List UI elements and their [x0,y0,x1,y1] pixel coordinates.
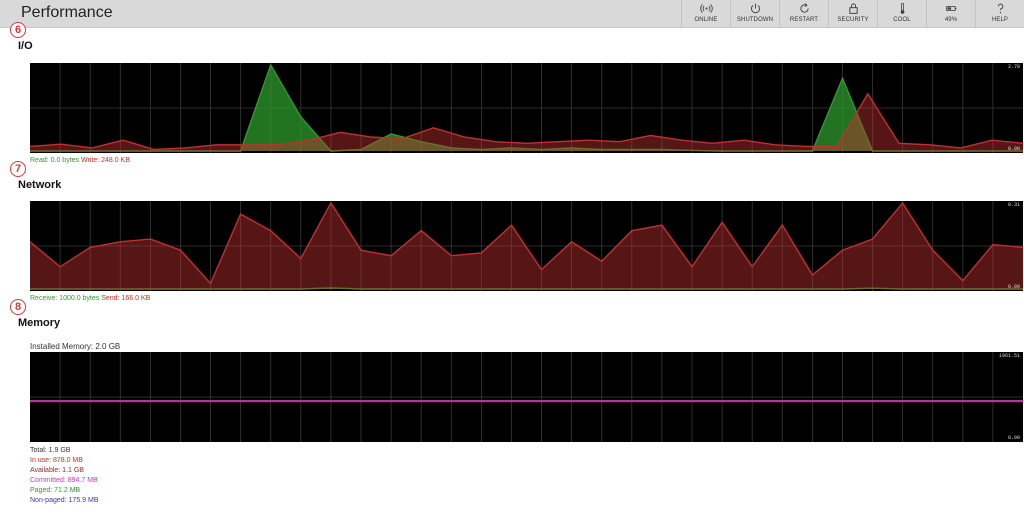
network-min-label: 0.00 [1007,284,1020,290]
network-section-title: Network [18,179,62,191]
memory-chart: 1961.51 0.00 [30,352,1023,442]
wifi-icon [699,4,713,13]
performance-page: Performance ONLINE SHUTDOWN RESTART SECU… [0,0,1024,507]
io-section-title: I/O [18,40,33,52]
io-max-label: 2.78 [1007,64,1020,70]
restart-label: RESTART [789,17,819,23]
memory-in-use: In use: 878.0 MB [30,457,83,464]
shutdown-button[interactable]: SHUTDOWN [730,0,779,28]
security-label: SECURITY [837,17,869,23]
io-min-label: 0.00 [1007,146,1020,152]
network-chart-canvas [30,201,1023,291]
section-badge-memory: 8 [10,299,26,315]
memory-non-paged: Non-paged: 175.9 MB [30,497,99,504]
io-chart-canvas [30,63,1023,153]
toolbar: ONLINE SHUTDOWN RESTART SECURITY COOL 49… [681,0,1024,28]
network-chart: 0.31 0.00 [30,201,1023,291]
shutdown-label: SHUTDOWN [736,17,774,23]
security-button[interactable]: SECURITY [828,0,877,28]
io-chart: 2.78 0.00 [30,63,1023,153]
io-write-text: Write: 248.0 KB [80,157,130,164]
page-title: Performance [21,4,113,21]
network-max-label: 0.31 [1007,202,1020,208]
cool-label: COOL [893,17,911,23]
help-label: HELP [991,17,1009,23]
memory-paged: Paged: 71.2 MB [30,487,81,494]
power-icon [750,3,760,14]
cool-button[interactable]: COOL [877,0,926,28]
memory-stats: Total: 1.9 GB In use: 878.0 MB Available… [30,446,99,506]
help-button[interactable]: HELP [975,0,1024,28]
section-badge-io: 6 [10,22,26,38]
network-stats: Receive: 1000.0 bytes Send: 166.0 KB [30,295,150,302]
memory-min-label: 0.00 [1007,435,1020,441]
help-icon [997,3,1003,14]
battery-label: 49% [944,17,958,23]
network-send-text: Send: 166.0 KB [101,295,151,302]
io-area-write [30,93,1023,151]
battery-icon [945,6,956,11]
battery-button[interactable]: 49% [926,0,975,28]
installed-memory: Installed Memory: 2.0 GB [30,342,121,351]
section-badge-network: 7 [10,161,26,177]
top-bar: Performance ONLINE SHUTDOWN RESTART SECU… [0,0,1024,28]
online-label: ONLINE [694,17,718,23]
online-button[interactable]: ONLINE [681,0,730,28]
io-read-text: Read: 0.0 bytes [30,157,80,164]
io-stats: Read: 0.0 bytes Write: 248.0 KB [30,157,130,164]
memory-max-label: 1961.51 [998,353,1020,359]
memory-available: Available: 1.1 GB [30,467,84,474]
restart-icon [799,3,809,13]
lock-icon [848,3,858,14]
memory-total: Total: 1.9 GB [30,447,71,454]
memory-chart-canvas [30,352,1023,442]
memory-committed: Committed: 894.7 MB [30,477,98,484]
restart-button[interactable]: RESTART [779,0,828,28]
memory-section-title: Memory [18,317,61,329]
network-receive-text: Receive: 1000.0 bytes [30,295,100,302]
thermometer-icon [900,2,904,14]
